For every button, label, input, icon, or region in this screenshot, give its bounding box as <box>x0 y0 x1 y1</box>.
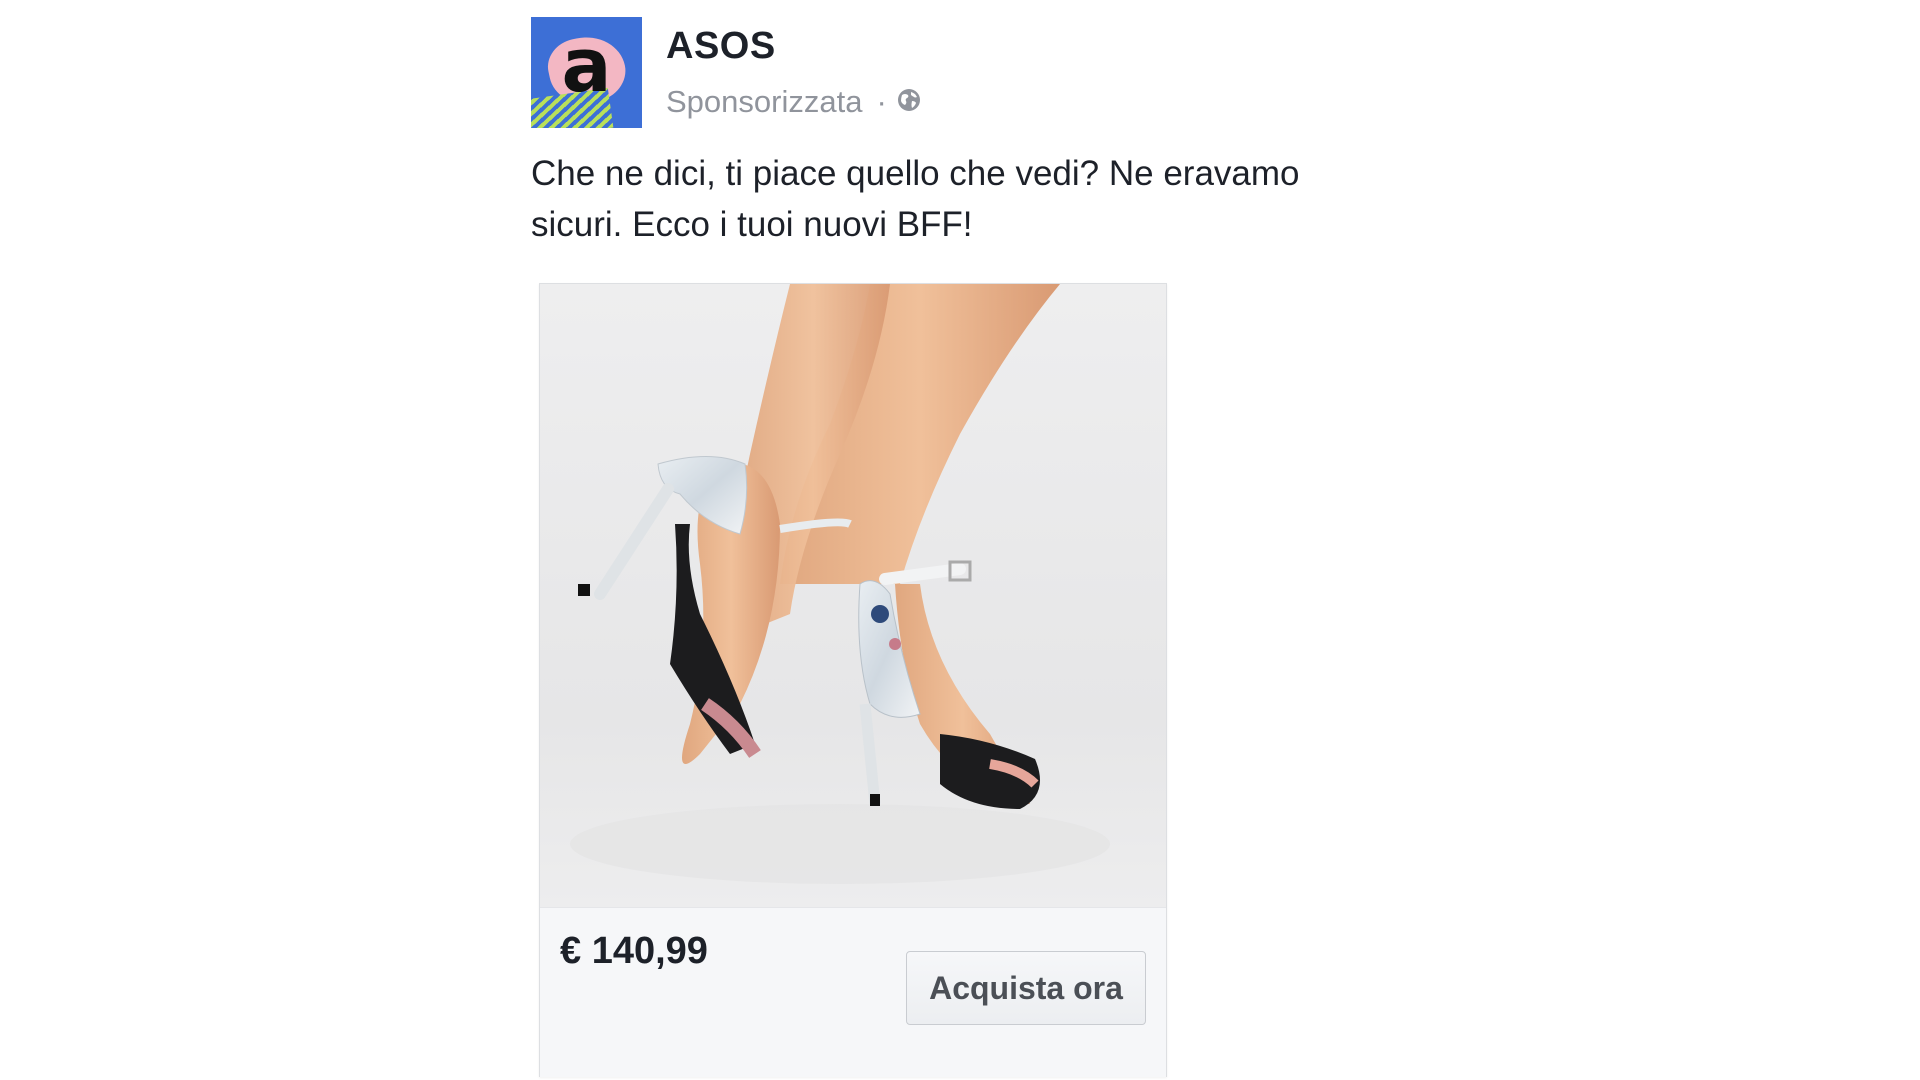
shop-now-button[interactable]: Acquista ora <box>906 951 1146 1025</box>
sponsored-label[interactable]: Sponsorizzata <box>666 84 862 120</box>
sandals-photo <box>570 284 1110 884</box>
sponsored-post: a ASOS Sponsorizzata · Che ne dici, ti p… <box>503 0 1383 1080</box>
meta-separator: · <box>876 84 887 119</box>
post-message: Che ne dici, ti piace quello che vedi? N… <box>531 154 1300 244</box>
product-card[interactable]: € 140,99 Acquista ora <box>539 283 1167 1077</box>
avatar-logo-letter: a <box>561 23 612 109</box>
product-price: € 140,99 <box>560 930 708 972</box>
page-name-link[interactable]: ASOS <box>666 25 776 68</box>
page-avatar[interactable]: a <box>531 17 642 128</box>
globe-icon[interactable] <box>897 84 921 120</box>
screen: a ASOS Sponsorizzata · Che ne dici, ti p… <box>0 0 1920 1080</box>
product-footer: € 140,99 Acquista ora <box>540 907 1166 1077</box>
post-meta: Sponsorizzata · <box>666 84 921 120</box>
product-image[interactable] <box>540 284 1166 907</box>
